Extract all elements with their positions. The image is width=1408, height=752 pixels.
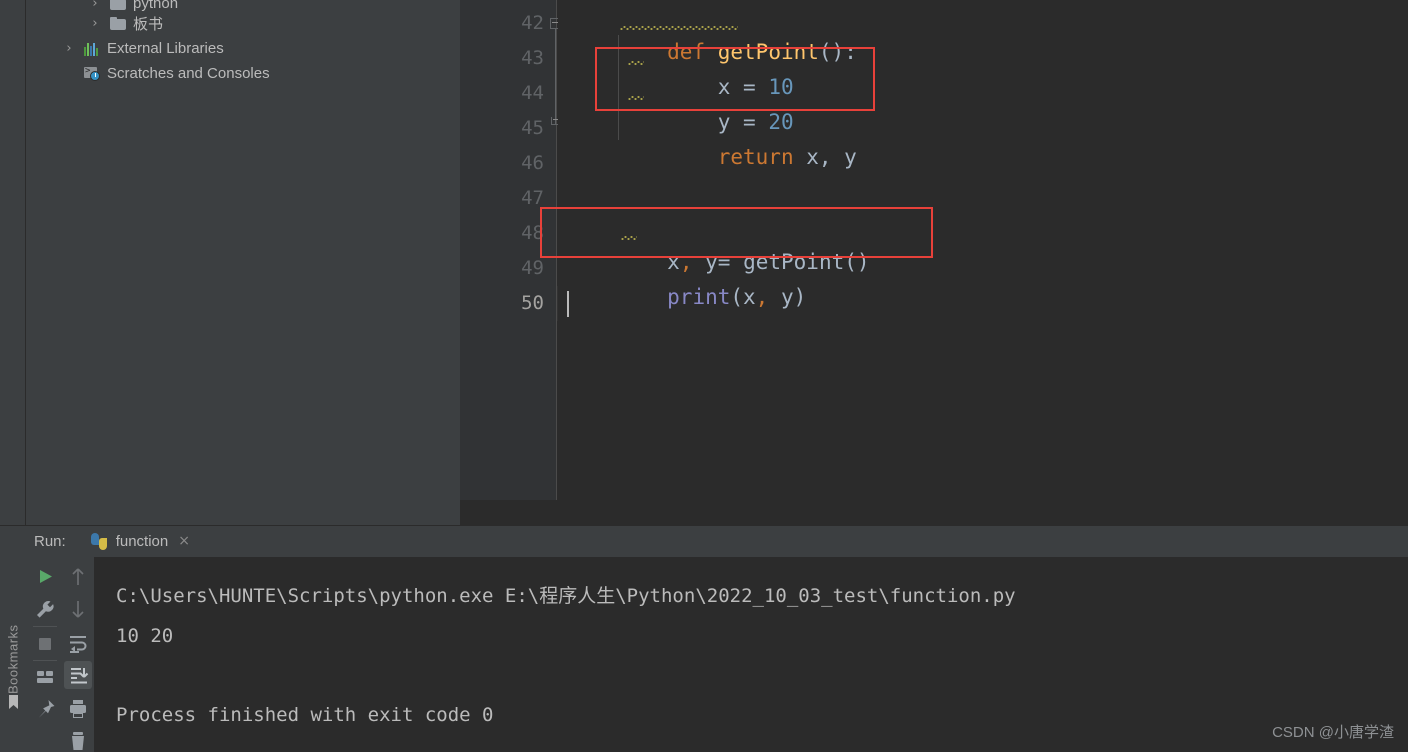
line-number: 45 [521,117,544,139]
next-occurrence-button[interactable] [62,593,94,626]
soft-wrap-icon [70,636,87,653]
layout-icon [37,671,53,683]
line-number: 50 [521,292,544,314]
token-builtin-print: print [667,285,731,309]
line-number: 47 [521,187,544,209]
console-output-line: 10 20 [116,625,174,647]
scroll-to-end-button[interactable] [62,659,94,692]
line-number: 48 [521,222,544,244]
run-window-header: Run: function × [26,526,190,556]
editor-bottom-area [460,500,1408,525]
run-tab-label: function [115,532,169,550]
code-line-43: x = 10 [566,35,794,99]
run-settings-button[interactable] [28,593,62,626]
watermark: CSDN @小唐学渣 [1272,724,1394,741]
wrench-icon [37,601,54,618]
warning-squiggle [621,236,637,240]
layout-button[interactable] [28,660,62,693]
stop-icon [39,638,51,650]
warning-squiggle [620,26,738,30]
pin-button[interactable] [28,693,62,726]
console-exit-line: Process finished with exit code 0 [116,704,494,726]
bookmarks-label: Bookmarks [5,624,21,694]
run-actions-toolbar [28,560,64,726]
token-print-args: (x [730,285,756,309]
token-return-args: x, y [806,145,857,169]
line-number: 44 [521,82,544,104]
token-keyword-return: return [717,145,794,169]
print-button[interactable] [62,692,94,725]
scratches-consoles-icon: > [84,66,100,81]
tree-item-label: 板书 [133,16,164,33]
token-parens: (): [818,40,857,64]
warning-squiggle [628,96,644,100]
fold-region-line [555,29,556,124]
tree-item-banshu[interactable]: › 板书 [88,11,163,36]
line-number: 46 [521,152,544,174]
external-libraries-icon [84,42,100,56]
soft-wrap-button[interactable] [62,626,94,659]
tree-item-label: Scratches and Consoles [107,65,270,82]
code-line-48: x, y= getPoint() [566,210,869,274]
line-number: 42 [521,12,544,34]
rerun-button[interactable] [28,560,62,593]
scroll-to-end-icon [71,668,89,684]
ide-window: › python › 板书 › External Libraries > Scr… [0,0,1408,752]
chevron-right-icon[interactable]: › [62,41,76,56]
run-icon [40,570,52,583]
warning-squiggle [628,61,644,65]
text-caret [567,291,569,317]
print-icon [70,700,86,718]
code-line-45: return x, y [566,105,857,169]
bookmark-icon [7,694,20,710]
console-actions-toolbar [62,560,94,752]
tree-item-external-libraries[interactable]: › External Libraries [62,36,224,61]
line-number: 43 [521,47,544,69]
tree-item-label: External Libraries [107,40,224,57]
console-command-line: C:\Users\HUNTE\Scripts\python.exe E:\程序人… [116,585,1016,607]
prev-occurrence-button[interactable] [62,560,94,593]
run-tab-function[interactable]: function × [90,526,190,556]
arrow-up-icon [72,568,84,585]
tree-item-scratches-and-consoles[interactable]: > Scratches and Consoles [62,61,270,86]
project-tool-window: › python › 板书 › External Libraries > Scr… [26,0,460,525]
editor-text-area[interactable]: def getPoint(): x = 10 y = 20 return x, … [558,0,1408,500]
folder-icon [110,17,126,30]
chevron-right-icon[interactable]: › [88,16,102,31]
bookmarks-rail[interactable]: Bookmarks [0,574,26,694]
stop-button[interactable] [28,627,62,660]
pin-icon [38,700,55,718]
chevron-right-icon[interactable]: › [88,0,102,11]
run-label: Run: [34,532,66,550]
clear-all-button[interactable] [62,725,94,752]
code-line-49: print(x, y) [566,245,806,309]
line-number: 49 [521,257,544,279]
python-icon [90,532,108,550]
structure-rail[interactable]: Structure [0,704,26,752]
trash-icon [72,732,84,750]
arrow-down-icon [72,601,84,618]
code-line-44: y = 20 [566,70,794,134]
run-tool-window: Run: function × Bookmarks Structure [0,525,1408,752]
editor-gutter[interactable]: 42 43 44 45 46 47 48 49 50 [460,0,561,500]
close-icon[interactable]: × [178,533,190,549]
token-comma: , [755,285,769,309]
code-editor[interactable]: 42 43 44 45 46 47 48 49 50 def getPoint(… [460,0,1408,525]
folder-icon [110,0,126,10]
token-print-args-2: y) [768,285,807,309]
run-console[interactable]: C:\Users\HUNTE\Scripts\python.exe E:\程序人… [94,557,1408,752]
left-tool-strip [0,0,26,525]
